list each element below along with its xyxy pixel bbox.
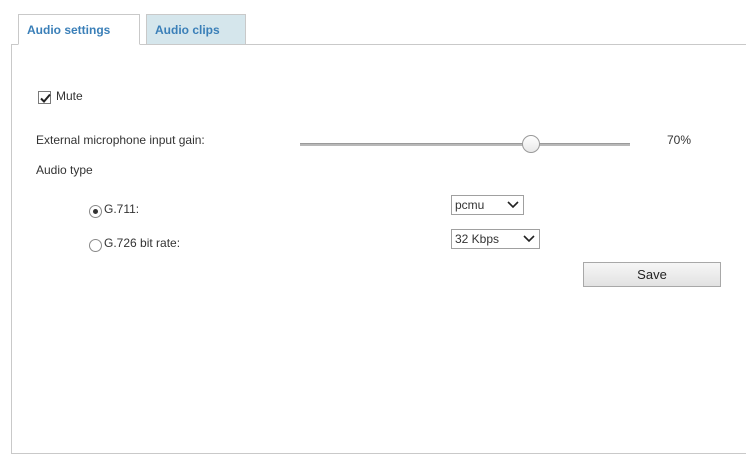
chevron-down-icon (507, 201, 519, 209)
g726-radio[interactable] (89, 239, 102, 252)
g711-codec-select[interactable]: pcmu (451, 195, 524, 215)
tab-audio-clips[interactable]: Audio clips (146, 14, 246, 45)
save-button[interactable]: Save (583, 262, 721, 287)
gain-slider-track[interactable] (300, 143, 630, 146)
radio-selected-dot (93, 209, 98, 214)
tab-audio-settings[interactable]: Audio settings (18, 14, 140, 45)
gain-value: 70% (667, 133, 692, 147)
g711-codec-value: pcmu (455, 198, 485, 212)
mute-label: Mute (56, 89, 83, 103)
g726-bitrate-value: 32 Kbps (455, 232, 500, 246)
chevron-down-icon (523, 235, 535, 243)
gain-label: External microphone input gain: (36, 133, 205, 147)
g726-bitrate-select[interactable]: 32 Kbps (451, 229, 540, 249)
audio-type-label: Audio type (36, 163, 93, 177)
gain-slider-thumb[interactable] (522, 135, 540, 153)
g711-label: G.711: (104, 202, 140, 216)
checkmark-icon (40, 93, 51, 103)
g726-label: G.726 bit rate: (104, 236, 181, 250)
mute-checkbox[interactable] (38, 91, 51, 104)
g711-radio[interactable] (89, 205, 102, 218)
